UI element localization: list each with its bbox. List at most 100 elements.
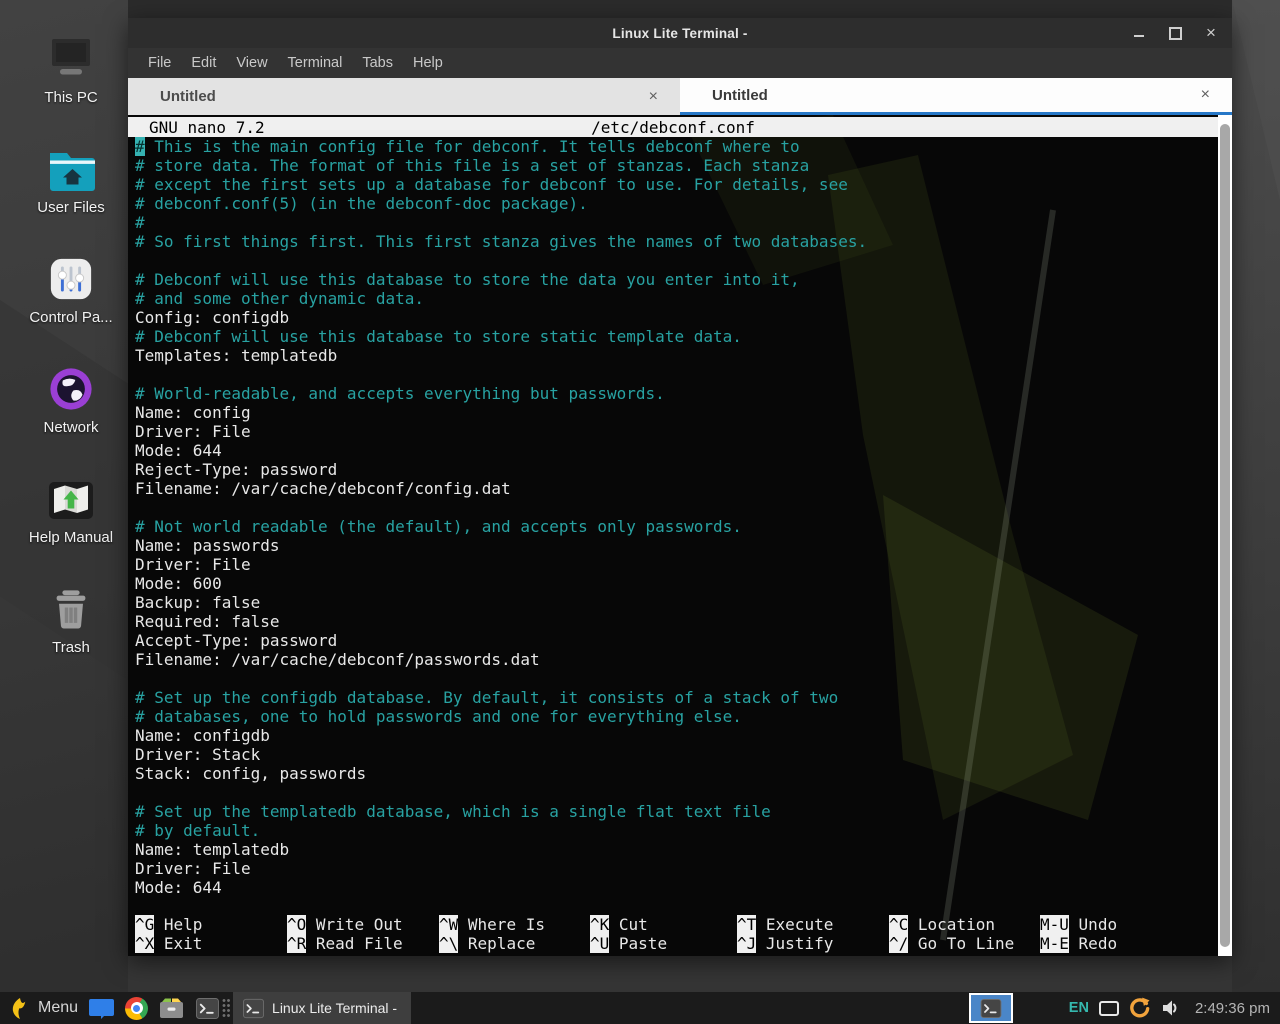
menu-help[interactable]: Help [403,48,453,78]
terminal-line: Stack: config, passwords [135,764,1218,783]
keyboard-language-indicator[interactable]: EN [1069,1000,1089,1016]
shortcut-label: Where Is [468,915,545,934]
menu-tabs[interactable]: Tabs [352,48,403,78]
desktop-icon-label: Help Manual [29,529,113,546]
taskbar-clock[interactable]: 2:49:36 pm [1195,1000,1270,1017]
shortcut-key: ^X [135,934,154,953]
desktop-icon-label: Control Pa... [29,309,112,326]
menu-bar: FileEditViewTerminalTabsHelp [128,48,1232,78]
keyboard-layout-icon[interactable] [1099,1001,1119,1016]
control-panel-icon [47,252,95,302]
terminal-line: # Not world readable (the default), and … [135,517,1218,536]
shortcut-key: M-E [1040,934,1069,953]
minimize-icon[interactable] [1128,22,1150,44]
terminal-line: # debconf.conf(5) (in the debconf-doc pa… [135,194,1218,213]
terminal-line: Templates: templatedb [135,346,1218,365]
menu-edit[interactable]: Edit [181,48,226,78]
desktop-icon-control-pa[interactable]: Control Pa... [6,252,136,326]
shortcut-write-out: ^O Write Out [287,915,439,934]
shortcut-column: ^G Help^X Exit [135,915,287,953]
shortcut-column: ^T Execute^J Justify [737,915,889,953]
update-manager-icon[interactable] [1128,997,1151,1020]
desktop-icon-network[interactable]: Network [6,362,136,436]
desktop-icon-this-pc[interactable]: This PC [6,32,136,106]
tab-close-icon[interactable]: × [1201,86,1210,104]
terminal-line: # So first things first. This first stan… [135,232,1218,251]
shortcut-key: ^T [737,915,756,934]
shortcut-label: Justify [766,934,833,953]
terminal-line: Config: configdb [135,308,1218,327]
shortcut-redo: M-E Redo [1040,934,1160,953]
terminal-line: Mode: 644 [135,878,1218,897]
shortcut-location: ^C Location [889,915,1040,934]
window-titlebar[interactable]: Linux Lite Terminal - × [128,18,1232,48]
terminal-blank-line [135,365,1218,384]
archive-manager-icon[interactable] [159,996,184,1021]
terminal-view[interactable]: GNU nano 7.2 /etc/debconf.conf # This is… [128,115,1218,956]
help-manual-icon [47,472,95,522]
shortcut-key: ^/ [889,934,908,953]
file-manager-icon[interactable] [89,996,114,1021]
shortcut-key: ^G [135,915,154,934]
shortcut-replace: ^\ Replace [439,934,590,953]
menu-button-label: Menu [38,999,78,1017]
shortcut-key: ^U [590,934,609,953]
nano-header: GNU nano 7.2 /etc/debconf.conf [128,117,1218,137]
menu-view[interactable]: View [226,48,277,78]
menu-terminal[interactable]: Terminal [278,48,353,78]
shortcut-column: ^C Location^/ Go To Line [889,915,1040,953]
terminal-line: Driver: Stack [135,745,1218,764]
tab-bar: Untitled × Untitled × [128,78,1232,115]
terminal-line: Driver: File [135,555,1218,574]
close-icon[interactable]: × [1200,22,1222,44]
terminal-tray-icon[interactable] [969,993,1013,1023]
shortcut-help: ^G Help [135,915,287,934]
terminal-window: Linux Lite Terminal - × FileEditViewTerm… [128,18,1232,956]
terminal-line: Mode: 644 [135,441,1218,460]
nano-shortcut-bar: ^G Help^X Exit^O Write Out^R Read File^W… [135,915,1218,953]
terminal-blank-line [135,498,1218,517]
menu-button[interactable]: Menu [6,996,78,1021]
tab-2-active[interactable]: Untitled × [680,78,1232,115]
terminal-icon [243,998,264,1018]
shortcut-read-file: ^R Read File [287,934,439,953]
taskbar-task-button[interactable]: Linux Lite Terminal - [233,992,411,1024]
terminal-scrollbar[interactable] [1218,115,1232,956]
shortcut-label: Go To Line [918,934,1014,953]
computer-icon [45,32,97,82]
shortcut-undo: M-U Undo [1040,915,1160,934]
shortcut-key: ^R [287,934,306,953]
shortcut-label: Redo [1079,934,1118,953]
terminal-line: # except the first sets up a database fo… [135,175,1218,194]
shortcut-key: ^K [590,915,609,934]
terminal-line: # databases, one to hold passwords and o… [135,707,1218,726]
maximize-icon[interactable] [1164,22,1186,44]
desktop-icon-help-manual[interactable]: Help Manual [6,472,136,546]
taskbar-grip-handle[interactable] [222,998,231,1018]
desktop-icon-trash[interactable]: Trash [6,582,136,656]
shortcut-label: Paste [619,934,667,953]
shortcut-execute: ^T Execute [737,915,889,934]
shortcut-label: Execute [766,915,833,934]
desktop-icon-user-files[interactable]: User Files [6,142,136,216]
chrome-icon[interactable] [125,997,148,1020]
nano-shortcut-columns: ^G Help^X Exit^O Write Out^R Read File^W… [135,915,1218,953]
shortcut-key: M-U [1040,915,1069,934]
terminal-line: # This is the main config file for debco… [135,137,1218,156]
terminal-line: Filename: /var/cache/debconf/passwords.d… [135,650,1218,669]
tab-1[interactable]: Untitled × [128,78,680,115]
terminal-line: # Debconf will use this database to stor… [135,327,1218,346]
tab-label: Untitled [160,88,216,105]
tab-label: Untitled [712,87,768,104]
shortcut-label: Location [918,915,995,934]
terminal-launcher-icon[interactable] [195,996,220,1021]
terminal-line: Required: false [135,612,1218,631]
scrollbar-thumb[interactable] [1220,124,1230,947]
tab-close-icon[interactable]: × [649,88,658,106]
shortcut-cut: ^K Cut [590,915,737,934]
shortcut-column: ^W Where Is^\ Replace [439,915,590,953]
terminal-line: # by default. [135,821,1218,840]
terminal-line: # [135,213,1218,232]
volume-icon[interactable] [1160,998,1180,1018]
menu-file[interactable]: File [138,48,181,78]
